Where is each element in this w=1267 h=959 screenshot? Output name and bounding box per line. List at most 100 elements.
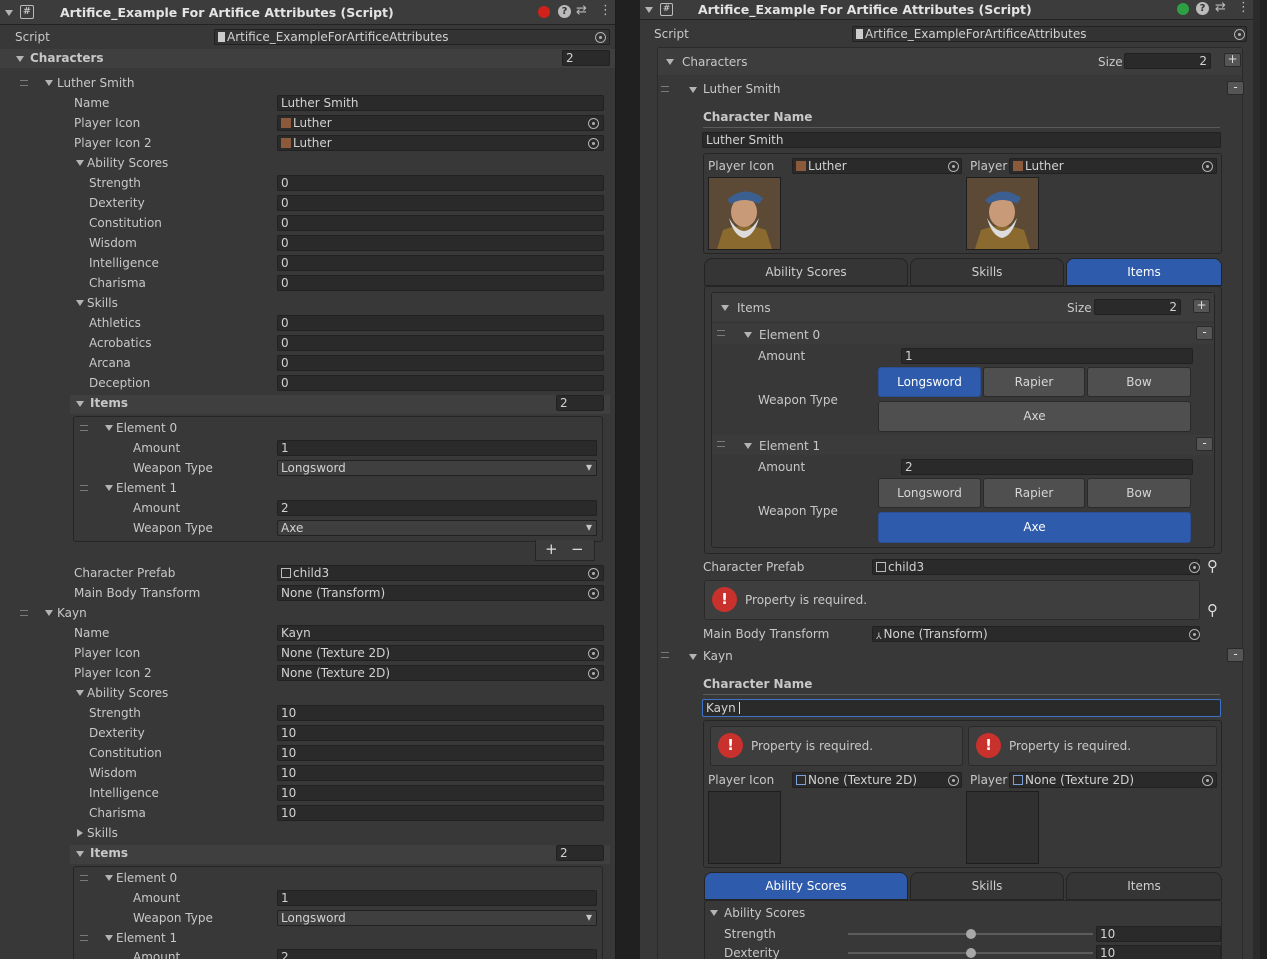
amount-field[interactable]: 1 [901,348,1193,364]
drag-handle-icon[interactable] [717,441,725,447]
object-picker-icon[interactable] [588,118,599,129]
object-picker-icon[interactable] [948,775,959,786]
foldout-icon[interactable] [105,935,113,941]
foldout-icon[interactable] [105,875,113,881]
foldout-icon[interactable] [76,300,84,306]
more-options-icon[interactable]: ⋮ [599,3,612,18]
stat-field[interactable]: 10 [277,745,604,761]
player-icon2-field[interactable]: None (Texture 2D) [1009,772,1217,788]
drag-handle-icon[interactable] [80,425,88,431]
player-icon-field[interactable]: Luther [792,158,962,174]
stat-field[interactable]: 0 [277,315,604,331]
drag-handle-icon[interactable] [661,652,669,658]
remove-button[interactable]: - [1227,81,1244,95]
amount-field[interactable]: 2 [901,459,1193,475]
object-picker-icon[interactable] [588,568,599,579]
player-icon2-field[interactable]: None (Texture 2D) [277,665,604,681]
preset-icon[interactable]: ⇄ [1215,0,1226,15]
foldout-collapsed-icon[interactable] [77,829,83,837]
foldout-icon[interactable] [105,485,113,491]
character-prefab-field[interactable]: child3 [277,565,604,581]
help-icon[interactable]: ? [558,5,571,18]
weapon-rapier-button[interactable]: Rapier [983,478,1085,508]
items-size-field[interactable]: 2 [1094,299,1181,315]
stat-field[interactable]: 0 [277,255,604,271]
player-icon-field[interactable]: None (Texture 2D) [277,645,604,661]
object-picker-icon[interactable] [1202,161,1213,172]
add-button[interactable]: + [1224,53,1241,67]
amount-field[interactable]: 2 [277,949,597,959]
foldout-icon[interactable] [45,610,53,616]
characters-foldout-icon[interactable] [16,56,24,62]
object-picker-icon[interactable] [1234,29,1245,40]
character-prefab-field[interactable]: child3 [872,559,1200,575]
object-picker-icon[interactable] [588,648,599,659]
tab-ability-scores[interactable]: Ability Scores [704,872,908,900]
name-field[interactable]: Kayn [277,625,604,641]
component-header[interactable]: # Artifice_Example For Artifice Attribut… [640,0,1253,20]
items-size-field[interactable]: 2 [556,845,604,861]
remove-button[interactable]: - [1196,437,1213,451]
script-field[interactable]: Artifice_ExampleForArtificeAttributes [214,29,610,45]
tab-items[interactable]: Items [1066,258,1222,286]
drag-handle-icon[interactable] [717,330,725,336]
tab-ability-scores[interactable]: Ability Scores [704,258,908,286]
amount-field[interactable]: 1 [277,440,597,456]
foldout-icon[interactable] [744,443,752,449]
tab-items[interactable]: Items [1066,872,1222,900]
stat-field[interactable]: 0 [277,375,604,391]
amount-field[interactable]: 2 [277,500,597,516]
tab-skills[interactable]: Skills [910,258,1064,286]
foldout-icon[interactable] [76,160,84,166]
object-picker-icon[interactable] [588,588,599,599]
tab-skills[interactable]: Skills [910,872,1064,900]
add-element-button[interactable]: + [545,540,558,558]
name-field[interactable]: Luther Smith [277,95,604,111]
stat-field[interactable]: 10 [277,805,604,821]
foldout-icon[interactable] [689,654,697,660]
foldout-icon[interactable] [76,690,84,696]
foldout-icon[interactable] [76,401,84,407]
object-picker-icon[interactable] [595,32,606,43]
drag-handle-icon[interactable] [80,875,88,881]
collapse-arrow-icon[interactable] [645,7,653,13]
object-picker-icon[interactable] [1189,629,1200,640]
stat-field[interactable]: 10 [277,785,604,801]
stat-field[interactable]: 0 [277,335,604,351]
characters-size-field[interactable]: 2 [562,50,610,66]
stat-field[interactable]: 0 [277,275,604,291]
scrollbar[interactable] [1253,0,1260,959]
character-name-field[interactable]: Luther Smith [702,132,1221,148]
weapon-bow-button[interactable]: Bow [1087,367,1191,397]
main-body-transform-field[interactable]: None (Transform) [277,585,604,601]
player-icon2-field[interactable]: Luther [1009,158,1217,174]
main-body-transform-field[interactable]: ⅄ None (Transform) [872,626,1200,642]
dexterity-slider-handle[interactable] [965,948,976,958]
foldout-icon[interactable] [744,332,752,338]
help-icon[interactable]: ? [1196,2,1209,15]
amount-field[interactable]: 1 [277,890,597,906]
object-picker-icon[interactable] [588,668,599,679]
weapon-axe-button[interactable]: Axe [878,512,1191,543]
player-icon-field[interactable]: None (Texture 2D) [792,772,962,788]
weapon-bow-button[interactable]: Bow [1087,478,1191,508]
weapon-type-dropdown[interactable]: Longsword [277,910,597,926]
object-picker-icon[interactable] [1189,562,1200,573]
object-picker-icon[interactable] [948,161,959,172]
search-icon[interactable]: ⚲ [1207,601,1218,619]
stat-field[interactable]: 10 [277,725,604,741]
object-picker-icon[interactable] [588,138,599,149]
foldout-icon[interactable] [105,425,113,431]
foldout-icon[interactable] [689,87,697,93]
foldout-icon[interactable] [76,851,84,857]
foldout-icon[interactable] [45,80,53,86]
characters-foldout-icon[interactable] [666,59,674,65]
search-icon[interactable]: ⚲ [1207,557,1218,575]
drag-handle-icon[interactable] [20,610,28,616]
stat-field[interactable]: 0 [277,355,604,371]
characters-size-field[interactable]: 2 [1124,53,1211,69]
object-picker-icon[interactable] [1202,775,1213,786]
component-header[interactable]: # Artifice_Example For Artifice Attribut… [0,0,615,25]
foldout-icon[interactable] [710,910,718,916]
drag-handle-icon[interactable] [20,80,28,86]
